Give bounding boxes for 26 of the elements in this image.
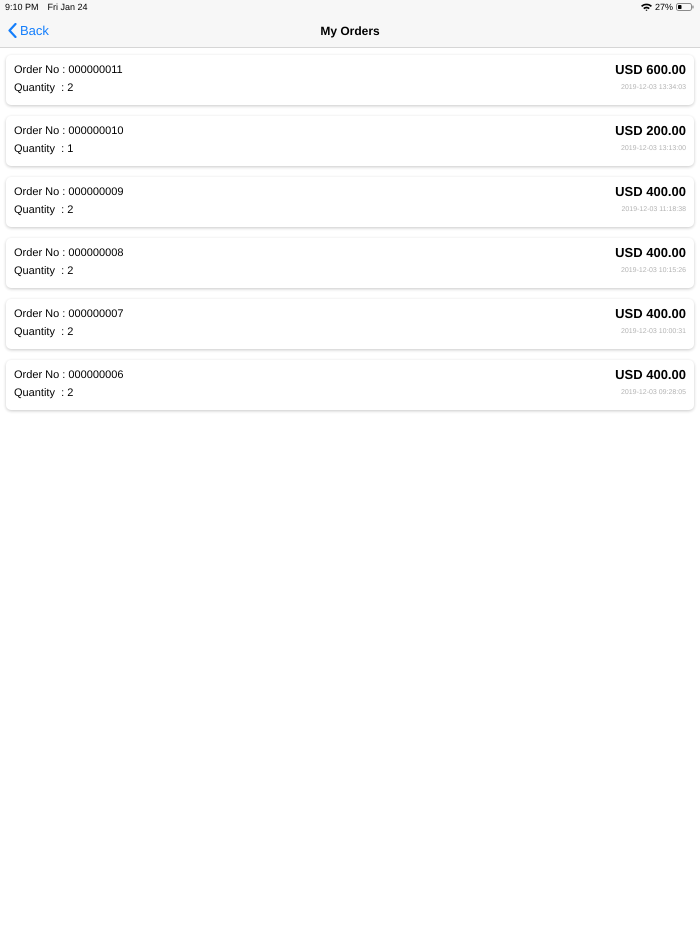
order-amount: USD 400.00 [615, 244, 686, 262]
back-button[interactable]: Back [0, 18, 49, 42]
order-number: Order No : 000000008 [14, 246, 124, 261]
order-number: Order No : 000000007 [14, 307, 124, 322]
page-title: My Orders [320, 22, 380, 40]
order-amount: USD 400.00 [615, 366, 686, 384]
order-amount: USD 200.00 [615, 122, 686, 140]
order-quantity: Quantity : 2 [14, 203, 74, 218]
order-quantity: Quantity : 2 [14, 386, 74, 401]
status-date: Fri Jan 24 [48, 1, 88, 14]
battery-icon [676, 3, 694, 11]
order-amount: USD 400.00 [615, 305, 686, 323]
chevron-left-icon [8, 23, 17, 38]
order-quantity: Quantity : 2 [14, 81, 74, 96]
order-number: Order No : 000000010 [14, 124, 124, 139]
status-time: 9:10 PM [5, 1, 39, 14]
order-quantity: Quantity : 2 [14, 325, 74, 340]
order-quantity: Quantity : 1 [14, 142, 74, 157]
order-number: Order No : 000000009 [14, 185, 124, 200]
order-amount: USD 600.00 [615, 61, 686, 79]
order-number: Order No : 000000006 [14, 368, 124, 383]
order-quantity: Quantity : 2 [14, 264, 74, 279]
battery-percent: 27% [654, 1, 673, 14]
order-number: Order No : 000000011 [14, 63, 123, 78]
wifi-icon [640, 3, 652, 11]
order-amount: USD 400.00 [615, 183, 686, 201]
